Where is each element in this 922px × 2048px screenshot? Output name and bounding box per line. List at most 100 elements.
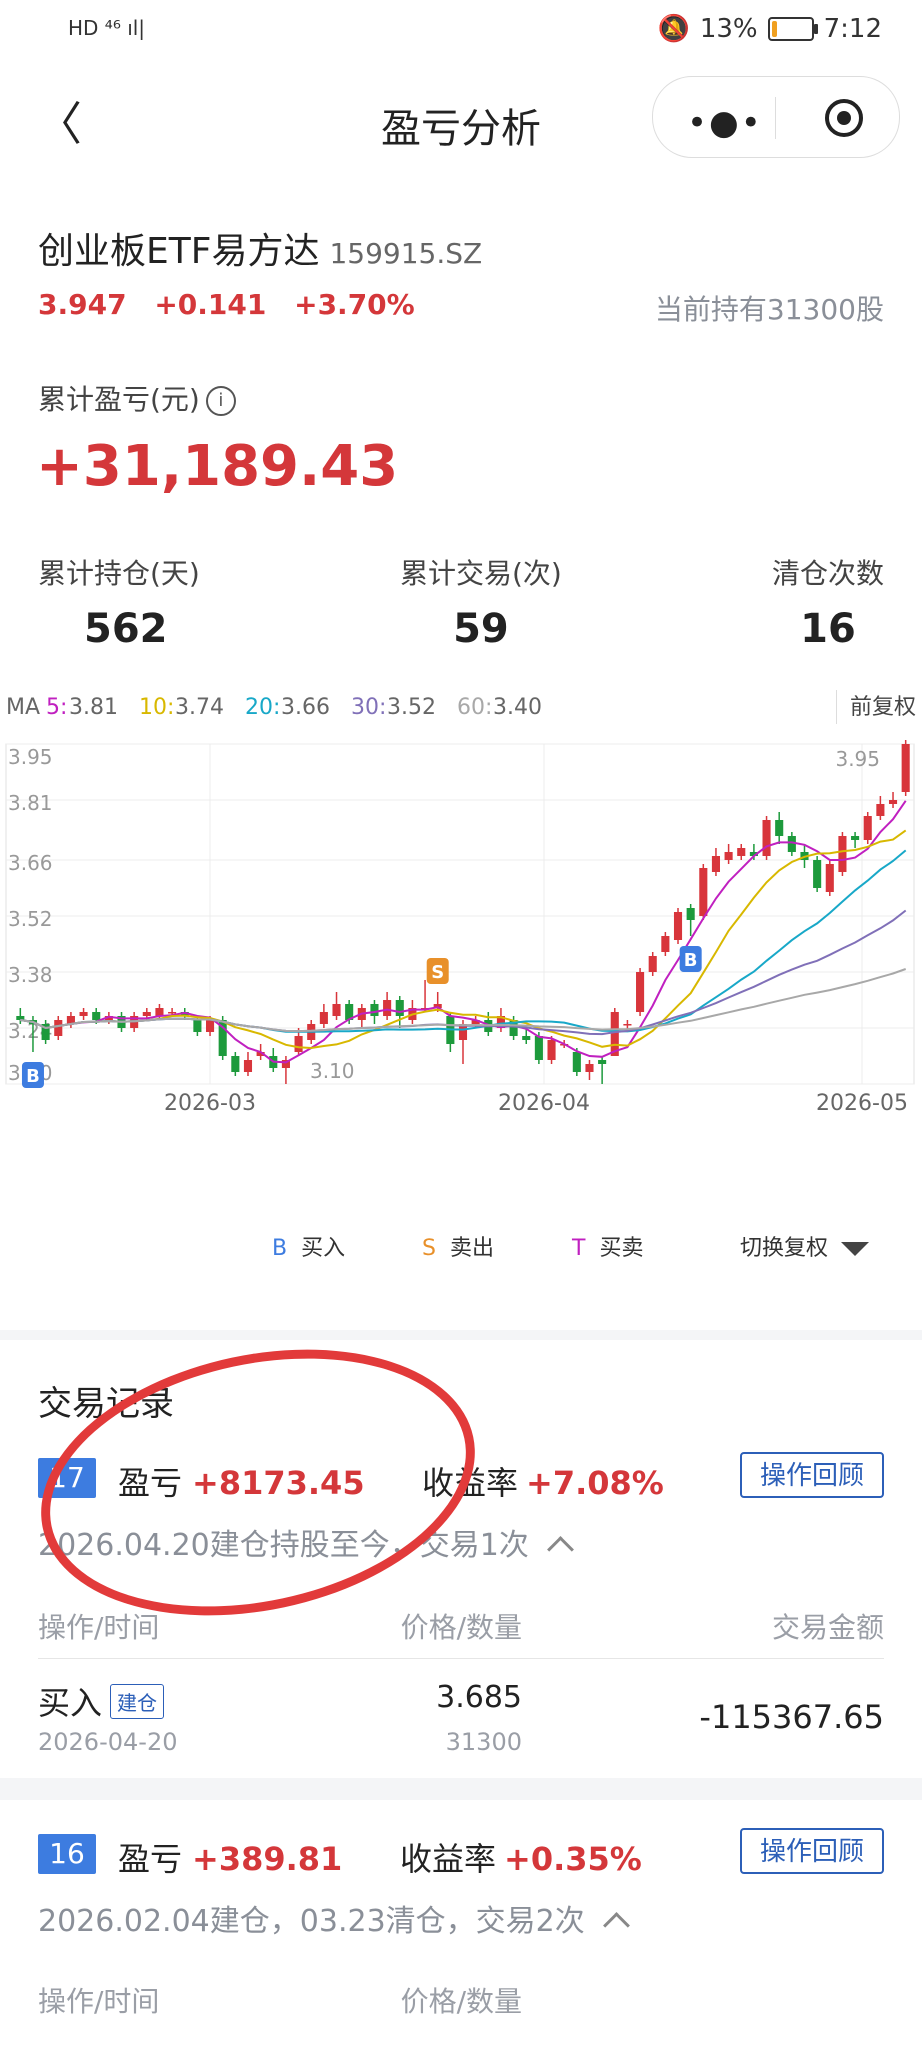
stock-price: 3.947 xyxy=(38,288,127,321)
section-title: 交易记录 xyxy=(38,1384,174,1424)
row-amount: -115367.65 xyxy=(699,1698,884,1736)
legend-trade: T 买卖 xyxy=(572,1230,643,1262)
mini-program-capsule: •●• xyxy=(652,76,900,158)
record-index-badge: 16 xyxy=(38,1834,96,1874)
candle-body xyxy=(79,1012,88,1016)
record-rate: 收益率 +7.08% xyxy=(422,1458,664,1504)
legend-trade-label: 买卖 xyxy=(599,1236,644,1261)
x-tick-label: 2026-04 xyxy=(498,1091,590,1116)
rate-value: +7.08% xyxy=(526,1464,664,1502)
stock-quote: 3.947 +0.141 +3.70% xyxy=(38,288,433,321)
review-button[interactable]: 操作回顾 xyxy=(740,1828,884,1874)
switch-adjust-button[interactable]: 切换复权 xyxy=(740,1230,870,1262)
candle-body xyxy=(775,820,784,836)
stat-clear-count: 清仓次数 16 xyxy=(772,552,884,652)
stock-code: 159915.SZ xyxy=(329,237,483,270)
caret-down-icon xyxy=(841,1242,870,1256)
candle-body xyxy=(572,1052,581,1072)
stock-change: +0.141 xyxy=(154,288,267,321)
candle-body xyxy=(168,1012,177,1014)
chevron-up-icon xyxy=(546,1536,574,1563)
stock-change-pct: +3.70% xyxy=(294,288,415,321)
review-button[interactable]: 操作回顾 xyxy=(740,1452,884,1498)
chevron-up-icon xyxy=(602,1912,630,1939)
ma-name-60: 60: xyxy=(457,695,492,720)
trade-marker-text: S xyxy=(431,962,444,983)
record-pl: 盈亏 +389.81 xyxy=(118,1834,342,1880)
ma-name-20: 20: xyxy=(245,695,280,720)
x-tick-label: 2026-03 xyxy=(164,1091,256,1116)
network-indicator: HD ⁴⁶ ıl| xyxy=(68,16,146,40)
ma-label: MA xyxy=(6,695,40,720)
rate-value: +0.35% xyxy=(504,1840,642,1878)
candle-body xyxy=(522,1036,531,1040)
pl-label: 盈亏 xyxy=(118,1840,183,1878)
switch-adjust-label: 切换复权 xyxy=(740,1236,829,1261)
candle-body xyxy=(92,1012,101,1020)
op-text: 买入 xyxy=(38,1684,103,1722)
more-button[interactable]: •●• xyxy=(687,103,763,143)
nav-bar: 〈 盈亏分析 •●• xyxy=(0,62,922,172)
record-summary[interactable]: 2026.04.20建仓持股至今，交易1次 xyxy=(38,1520,574,1564)
y-tick-label: 3.66 xyxy=(8,851,53,875)
trade-record-16: 16 盈亏 +389.81 收益率 +0.35% 操作回顾 2026.02.04建仓… xyxy=(0,1800,922,2048)
stat-value: 59 xyxy=(453,606,509,652)
record-summary[interactable]: 2026.02.04建仓，03.23清仓，交易2次 xyxy=(38,1896,630,1940)
rate-label: 收益率 xyxy=(400,1840,497,1878)
ma-name-30: 30: xyxy=(351,695,386,720)
op-tag: 建仓 xyxy=(110,1684,165,1719)
adjust-label: 前复权 xyxy=(850,695,916,720)
candle-body xyxy=(825,864,834,892)
candle-body xyxy=(16,1016,25,1020)
candle-body xyxy=(585,1064,594,1072)
candle-body xyxy=(711,856,721,872)
candle-body xyxy=(813,860,822,888)
candle-body xyxy=(319,1012,328,1024)
high-label: 3.95 xyxy=(835,747,880,771)
stat-value: 16 xyxy=(800,606,856,652)
kline-chart-area: MA 5: 3.81 10: 3.74 20: 3.66 30: 3.52 60: 3.40 前复权 3… xyxy=(0,682,922,1242)
stat-holding-days: 累计持仓(天) 562 xyxy=(38,552,200,652)
ma-name-10: 10: xyxy=(139,695,174,720)
stat-label: 累计持仓(天) xyxy=(38,557,200,590)
candle-body xyxy=(598,1060,607,1064)
status-bar: HD ⁴⁶ ıl| 🔕 13% 7:12 xyxy=(0,0,922,62)
candle-body xyxy=(648,956,657,972)
legend-sell-mark: S xyxy=(422,1236,436,1261)
legend-sell: S 卖出 xyxy=(422,1230,494,1262)
stat-trade-count: 累计交易(次) 59 xyxy=(400,552,562,652)
battery-percent: 13% xyxy=(699,14,758,44)
candle-body xyxy=(699,868,708,916)
legend-trade-mark: T xyxy=(572,1236,586,1261)
record-index-badge: 17 xyxy=(38,1458,96,1498)
candle-body xyxy=(294,1036,303,1052)
cum-pl-value: +31,189.43 xyxy=(36,434,399,499)
info-icon[interactable]: i xyxy=(205,386,236,416)
ma-value-5: 3.81 xyxy=(69,695,118,720)
pl-value: +389.81 xyxy=(192,1840,343,1878)
ma-name-5: 5: xyxy=(46,695,67,720)
pl-value: +8173.45 xyxy=(192,1464,365,1502)
candle-body xyxy=(395,1000,404,1016)
candle-body xyxy=(737,848,746,856)
trade-marker-text: B xyxy=(26,1066,40,1087)
candle-body xyxy=(838,836,847,872)
candle-body xyxy=(332,1004,341,1016)
record-rate: 收益率 +0.35% xyxy=(400,1834,642,1880)
candle-body xyxy=(851,836,860,840)
candle-body xyxy=(661,936,670,952)
candle-body xyxy=(231,1056,240,1072)
close-target-icon[interactable] xyxy=(825,99,863,137)
ma-value-30: 3.52 xyxy=(387,695,436,720)
battery-fill xyxy=(771,21,777,37)
y-tick-label: 3.95 xyxy=(8,745,53,769)
record-summary-text: 2026.04.20建仓持股至今，交易1次 xyxy=(38,1528,529,1563)
divider xyxy=(38,1658,884,1659)
trade-records: 交易记录 17 盈亏 +8173.45 收益率 +7.08% 操作回顾 2026.0… xyxy=(0,1340,922,1778)
candle-body xyxy=(155,1008,164,1016)
x-tick-label: 2026-05 xyxy=(816,1091,908,1116)
col-op: 操作/时间 xyxy=(38,1985,160,2018)
candle-body xyxy=(762,820,771,856)
battery-icon xyxy=(767,17,818,41)
mute-icon: 🔕 xyxy=(657,14,690,44)
